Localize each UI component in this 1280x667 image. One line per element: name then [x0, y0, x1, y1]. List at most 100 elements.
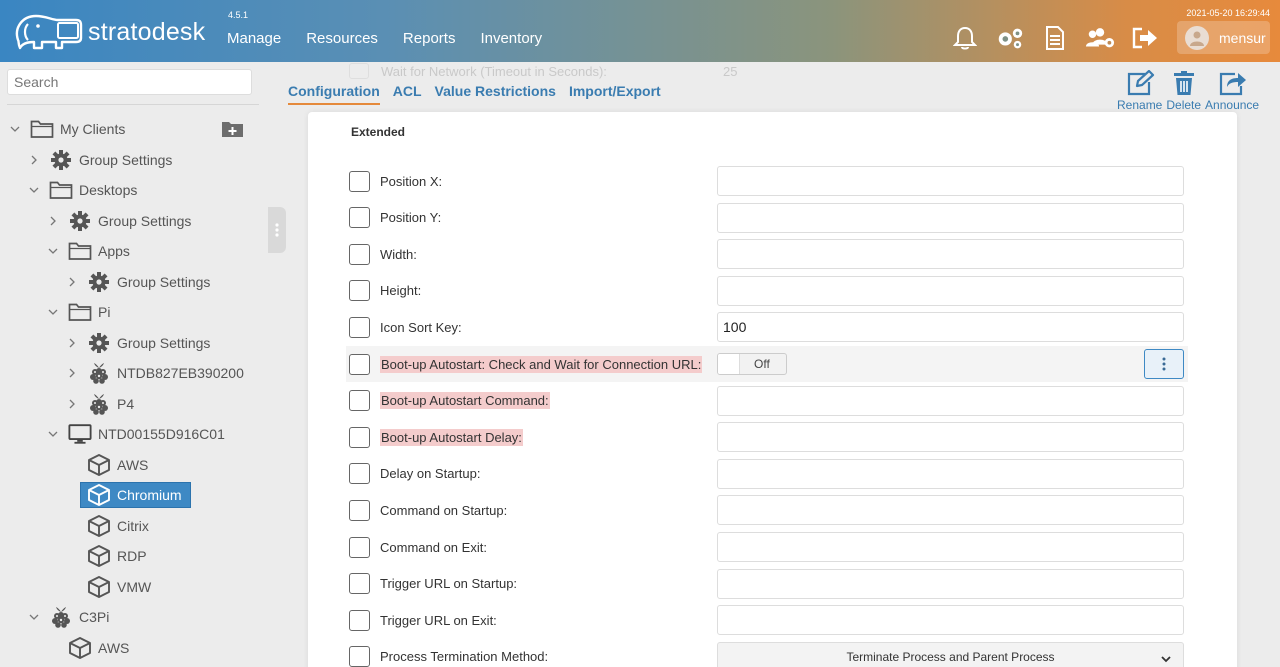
tree-item[interactable]: Pi — [68, 299, 110, 325]
delete-button[interactable]: Delete — [1166, 70, 1201, 112]
sidebar-resize-handle[interactable] — [268, 207, 286, 253]
tree-item[interactable]: My Clients — [30, 116, 125, 142]
user-menu[interactable]: mensur — [1177, 21, 1270, 54]
document-icon[interactable] — [1040, 24, 1070, 52]
setting-toggle[interactable]: Off — [717, 353, 787, 375]
tree-item[interactable]: Group Settings — [68, 208, 191, 234]
nav-reports[interactable]: Reports — [403, 30, 456, 47]
tree-item[interactable]: AWS — [68, 635, 129, 661]
override-checkbox[interactable] — [349, 573, 370, 595]
setting-label: Height: — [380, 283, 422, 299]
folder-icon — [68, 240, 92, 262]
announce-button[interactable]: Announce — [1205, 70, 1259, 112]
setting-value-input[interactable] — [717, 422, 1184, 453]
add-folder-icon[interactable] — [221, 120, 244, 138]
setting-value-input[interactable] — [717, 239, 1184, 270]
setting-row: Height: — [346, 273, 1188, 309]
override-checkbox[interactable] — [349, 353, 370, 375]
tab-value-restrictions[interactable]: Value Restrictions — [435, 83, 556, 105]
chevron-right-icon[interactable] — [67, 399, 77, 409]
override-checkbox[interactable] — [349, 499, 370, 521]
tree-item[interactable]: Group Settings — [87, 269, 210, 295]
chevron-right-icon[interactable] — [67, 338, 77, 348]
monitor-icon — [68, 423, 92, 445]
section-title: Extended — [351, 125, 406, 139]
kebab-icon — [1162, 357, 1166, 371]
logout-icon[interactable] — [1130, 24, 1160, 52]
chevron-down-icon[interactable] — [10, 124, 20, 134]
tree-item[interactable]: NTDB827EB390200 — [87, 360, 244, 386]
override-checkbox[interactable] — [349, 243, 370, 265]
tree-item-label: Group Settings — [98, 212, 192, 229]
setting-row: Position X: — [346, 163, 1188, 199]
tree-item[interactable]: Group Settings — [49, 147, 172, 173]
tree-item[interactable]: Desktops — [49, 177, 137, 203]
server-datetime: 2021-05-20 16:29:44 — [1186, 8, 1270, 18]
tree-item[interactable]: C3Pi — [49, 604, 109, 630]
tree-item[interactable]: Chromium — [80, 482, 191, 508]
setting-label: Command on Exit: — [380, 539, 487, 555]
override-checkbox[interactable] — [349, 207, 370, 229]
chevron-right-icon[interactable] — [29, 155, 39, 165]
bell-icon[interactable] — [950, 24, 980, 52]
chevron-down-icon[interactable] — [48, 429, 58, 439]
tree-item[interactable]: AWS — [87, 452, 148, 478]
setting-row: Trigger URL on Startup: — [346, 566, 1188, 602]
cube-icon — [87, 453, 111, 476]
gears-icon[interactable] — [995, 24, 1025, 52]
chevron-down-icon[interactable] — [48, 307, 58, 317]
override-checkbox[interactable] — [349, 463, 370, 485]
tree-item[interactable]: NTD00155D916C01 — [68, 421, 225, 447]
chevron-down-icon[interactable] — [29, 612, 39, 622]
faded-field-label: Wait for Network (Timeout in Seconds): — [381, 63, 607, 79]
nav-inventory[interactable]: Inventory — [480, 30, 542, 47]
tree-item[interactable]: Group Settings — [87, 330, 210, 356]
search-input[interactable] — [7, 69, 252, 95]
cube-icon — [87, 484, 111, 506]
tab-configuration[interactable]: Configuration — [288, 83, 380, 105]
chevron-right-icon[interactable] — [67, 368, 77, 378]
setting-value-input[interactable] — [717, 458, 1184, 489]
setting-select[interactable]: Terminate Process and Parent Process — [717, 641, 1184, 667]
override-checkbox[interactable] — [349, 390, 370, 412]
setting-value-input[interactable] — [717, 166, 1184, 196]
tab-acl[interactable]: ACL — [393, 83, 422, 105]
tree-item[interactable]: VMW — [87, 574, 151, 600]
override-checkbox[interactable] — [349, 426, 370, 448]
tree-item[interactable]: Citrix — [87, 513, 149, 539]
nav-resources[interactable]: Resources — [306, 30, 378, 47]
folder-icon — [68, 301, 92, 323]
override-checkbox[interactable] — [349, 609, 370, 631]
setting-value-input[interactable] — [717, 605, 1184, 636]
announce-label: Announce — [1205, 98, 1260, 112]
override-checkbox[interactable] — [349, 646, 370, 667]
override-checkbox[interactable] — [349, 280, 370, 302]
setting-row: Boot-up Autostart: Check and Wait for Co… — [346, 346, 1188, 382]
users-gear-icon[interactable] — [1085, 24, 1115, 52]
override-checkbox[interactable] — [349, 170, 370, 192]
config-tabs: Configuration ACL Value Restrictions Imp… — [288, 83, 661, 105]
chevron-down-icon[interactable] — [29, 185, 39, 195]
setting-value-input[interactable] — [717, 275, 1184, 306]
setting-value-input[interactable] — [717, 385, 1184, 416]
chevron-right-icon[interactable] — [67, 277, 77, 287]
tree-item[interactable]: RDP — [87, 543, 147, 569]
tree-item[interactable]: P4 — [87, 391, 134, 417]
setting-value-input[interactable] — [717, 568, 1184, 599]
setting-value-input[interactable] — [717, 495, 1184, 526]
override-checkbox[interactable] — [349, 316, 370, 338]
elephant-logo-icon[interactable] — [12, 10, 84, 52]
chevron-down-icon[interactable] — [48, 246, 58, 256]
chevron-right-icon[interactable] — [48, 216, 58, 226]
tree-item[interactable]: Apps — [68, 238, 130, 264]
brand-name: stratodesk — [88, 18, 206, 46]
rename-button[interactable]: Rename — [1117, 70, 1162, 112]
rename-label: Rename — [1117, 98, 1163, 112]
setting-value-input[interactable] — [717, 532, 1184, 562]
nav-manage[interactable]: Manage — [227, 30, 281, 47]
setting-value-input[interactable] — [717, 202, 1184, 233]
setting-value-input[interactable]: 100 — [717, 312, 1184, 343]
more-options-button[interactable] — [1144, 349, 1184, 379]
override-checkbox[interactable] — [349, 536, 370, 558]
tab-import-export[interactable]: Import/Export — [569, 83, 661, 105]
